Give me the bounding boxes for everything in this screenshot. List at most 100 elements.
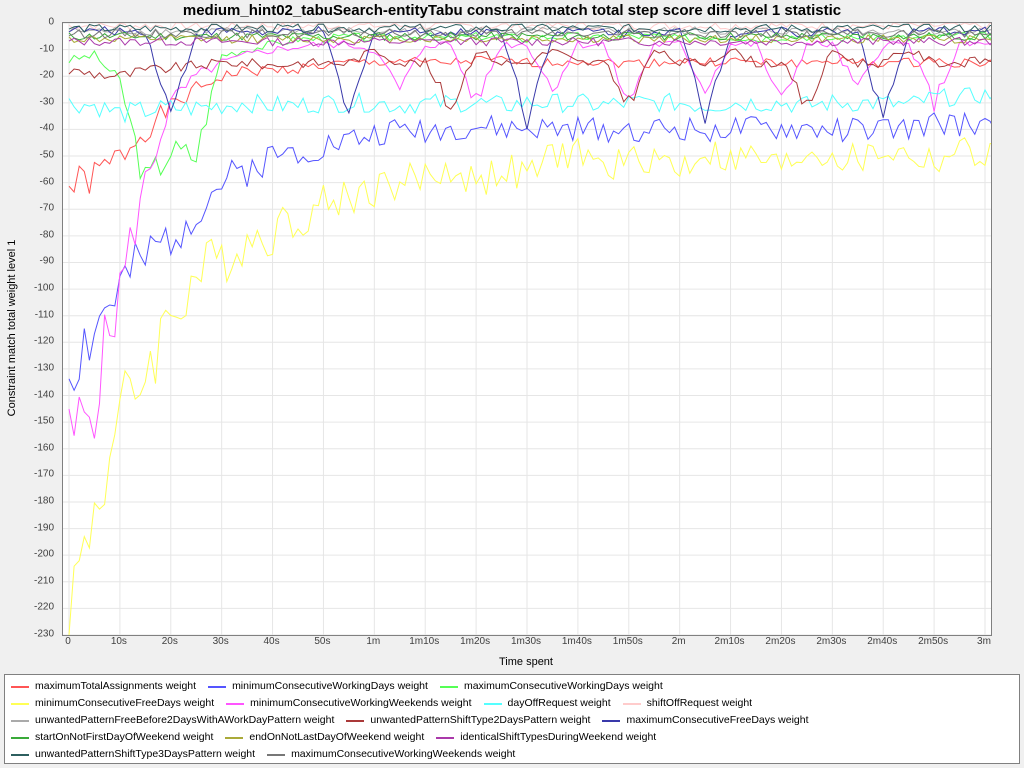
legend-item: maximumTotalAssignments weight (11, 678, 196, 695)
y-tick-labels: 0-10-20-30-40-50-60-70-80-90-100-110-120… (24, 22, 58, 636)
y-axis-label: Constraint match total weight level 1 (6, 22, 22, 634)
plot-area (62, 22, 992, 636)
x-tick: 2m20s (765, 636, 795, 647)
legend-swatch (440, 686, 458, 688)
legend-label: maximumConsecutiveFreeDays weight (626, 712, 808, 729)
y-tick: -60 (40, 176, 54, 187)
legend-swatch (602, 720, 620, 722)
y-tick: -150 (34, 416, 54, 427)
legend: maximumTotalAssignments weightminimumCon… (4, 674, 1020, 764)
legend-swatch (436, 737, 454, 739)
y-tick: 0 (48, 17, 54, 28)
y-tick: -170 (34, 469, 54, 480)
legend-label: minimumConsecutiveWorkingWeekends weight (250, 695, 471, 712)
legend-item: shiftOffRequest weight (623, 695, 752, 712)
legend-item: unwantedPatternShiftType3DaysPattern wei… (11, 746, 255, 763)
legend-label: maximumTotalAssignments weight (35, 678, 196, 695)
y-tick: -200 (34, 549, 54, 560)
y-tick: -110 (35, 309, 54, 320)
y-tick: -180 (34, 495, 54, 506)
legend-item: minimumConsecutiveFreeDays weight (11, 695, 214, 712)
legend-label: endOnNotLastDayOfWeekend weight (249, 729, 424, 746)
legend-item: unwantedPatternFreeBefore2DaysWithAWorkD… (11, 712, 334, 729)
y-tick: -190 (34, 522, 54, 533)
x-tick: 3m (977, 636, 991, 647)
x-tick: 1m50s (613, 636, 643, 647)
x-tick: 2m10s (715, 636, 745, 647)
legend-swatch (623, 703, 641, 705)
series-line (69, 32, 991, 179)
x-axis-label: Time spent (62, 656, 990, 668)
x-tick: 1m30s (511, 636, 541, 647)
y-tick: -40 (40, 123, 54, 134)
legend-item: unwantedPatternShiftType2DaysPattern wei… (346, 712, 590, 729)
legend-swatch (11, 686, 29, 688)
y-tick: -220 (34, 602, 54, 613)
legend-swatch (11, 737, 29, 739)
legend-swatch (11, 754, 29, 756)
legend-label: unwantedPatternFreeBefore2DaysWithAWorkD… (35, 712, 334, 729)
y-tick: -90 (40, 256, 54, 267)
legend-label: unwantedPatternShiftType3DaysPattern wei… (35, 746, 255, 763)
legend-label: unwantedPatternShiftType2DaysPattern wei… (370, 712, 590, 729)
y-tick: -140 (34, 389, 54, 400)
x-tick-labels: 0 10s 20s 30s 40s 50s 1m 1m10s 1m20s 1m30s 1m40s 1m… (62, 636, 992, 652)
y-tick: -20 (40, 70, 54, 81)
y-tick: -80 (40, 229, 54, 240)
series-line (69, 138, 991, 635)
y-tick: -230 (34, 629, 54, 640)
x-tick: 2m40s (867, 636, 897, 647)
legend-swatch (208, 686, 226, 688)
legend-label: maximumConsecutiveWorkingWeekends weight (291, 746, 515, 763)
x-tick: 1m (366, 636, 380, 647)
legend-item: endOnNotLastDayOfWeekend weight (225, 729, 424, 746)
x-tick: 1m20s (460, 636, 490, 647)
series-line (69, 56, 991, 193)
legend-item: startOnNotFirstDayOfWeekend weight (11, 729, 213, 746)
legend-label: minimumConsecutiveFreeDays weight (35, 695, 214, 712)
legend-swatch (484, 703, 502, 705)
legend-item: minimumConsecutiveWorkingWeekends weight (226, 695, 471, 712)
legend-swatch (267, 754, 285, 756)
y-tick: -130 (34, 362, 54, 373)
x-tick: 0 (65, 636, 71, 647)
y-tick: -30 (40, 96, 54, 107)
x-tick: 10s (111, 636, 127, 647)
legend-item: maximumConsecutiveWorkingDays weight (440, 678, 663, 695)
legend-label: startOnNotFirstDayOfWeekend weight (35, 729, 213, 746)
x-tick: 40s (263, 636, 279, 647)
legend-item: identicalShiftTypesDuringWeekend weight (436, 729, 656, 746)
legend-item: dayOffRequest weight (484, 695, 611, 712)
legend-swatch (226, 703, 244, 705)
legend-swatch (11, 720, 29, 722)
y-tick: -100 (34, 283, 54, 294)
y-tick: -120 (34, 336, 54, 347)
y-tick: -70 (40, 203, 54, 214)
x-tick: 20s (162, 636, 178, 647)
plot-svg (63, 23, 991, 635)
x-tick: 50s (314, 636, 330, 647)
legend-label: shiftOffRequest weight (647, 695, 752, 712)
y-tick: -10 (40, 43, 54, 54)
y-tick: -160 (34, 442, 54, 453)
legend-item: maximumConsecutiveWorkingWeekends weight (267, 746, 515, 763)
x-tick: 30s (213, 636, 229, 647)
x-tick: 2m50s (918, 636, 948, 647)
legend-item: minimumConsecutiveWorkingDays weight (208, 678, 428, 695)
series-line (69, 110, 991, 390)
legend-label: dayOffRequest weight (508, 695, 611, 712)
y-tick: -50 (40, 150, 54, 161)
x-tick: 2m (672, 636, 686, 647)
series-line (69, 40, 991, 438)
chart-title: medium_hint02_tabuSearch-entityTabu cons… (0, 2, 1024, 19)
x-tick: 1m40s (562, 636, 592, 647)
legend-swatch (225, 737, 243, 739)
legend-swatch (11, 703, 29, 705)
legend-label: identicalShiftTypesDuringWeekend weight (460, 729, 656, 746)
x-tick: 1m10s (409, 636, 439, 647)
legend-item: maximumConsecutiveFreeDays weight (602, 712, 808, 729)
legend-swatch (346, 720, 364, 722)
y-tick: -210 (34, 575, 54, 586)
x-tick: 2m30s (816, 636, 846, 647)
legend-label: maximumConsecutiveWorkingDays weight (464, 678, 663, 695)
